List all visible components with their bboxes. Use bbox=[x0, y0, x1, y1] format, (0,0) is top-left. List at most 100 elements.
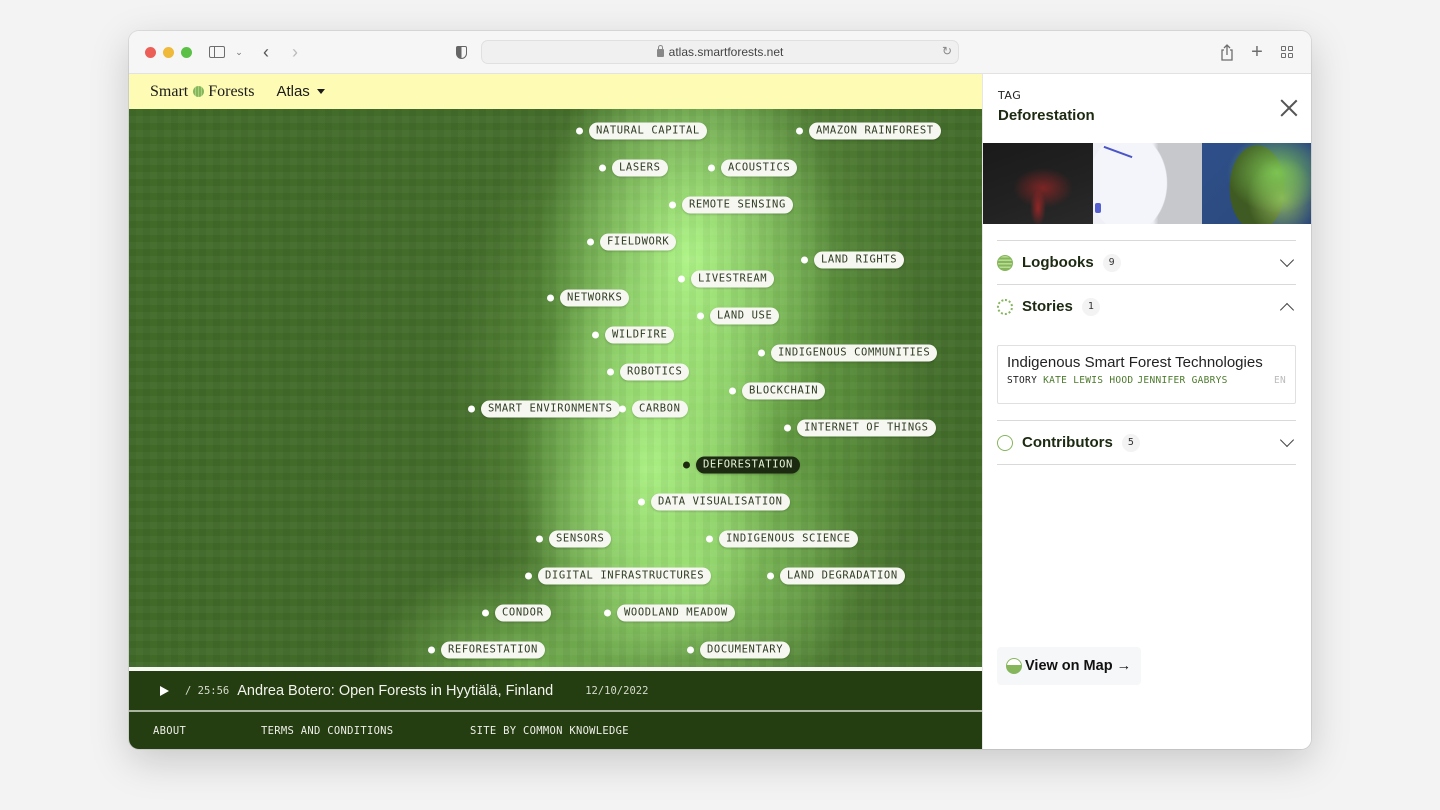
tag-label: CONDOR bbox=[495, 604, 551, 622]
sidebar-icon[interactable] bbox=[208, 42, 226, 62]
map-tag-indigenous-science[interactable]: INDIGENOUS SCIENCE bbox=[706, 530, 858, 548]
tag-label: FIELDWORK bbox=[600, 233, 677, 251]
chevron-down-icon bbox=[1279, 252, 1295, 267]
contributors-label: Contributors bbox=[1022, 434, 1113, 451]
story-card[interactable]: Indigenous Smart Forest Technologies STO… bbox=[997, 345, 1296, 404]
logo-icon bbox=[193, 86, 205, 97]
new-tab-icon[interactable]: + bbox=[1249, 41, 1265, 63]
map-tag-carbon[interactable]: CARBON bbox=[619, 400, 688, 418]
panel-image-strip bbox=[983, 143, 1311, 224]
tag-dot-icon bbox=[706, 535, 713, 543]
site-logo[interactable]: Smart Forests bbox=[150, 83, 254, 101]
panel-title: Deforestation bbox=[998, 107, 1095, 124]
footer-credit-link[interactable]: SITE BY COMMON KNOWLEDGE bbox=[470, 725, 629, 737]
tag-label: INDIGENOUS COMMUNITIES bbox=[771, 344, 938, 362]
map-tag-lasers[interactable]: LASERS bbox=[599, 159, 668, 177]
forward-icon[interactable]: › bbox=[287, 42, 303, 62]
tag-label: INDIGENOUS SCIENCE bbox=[719, 530, 858, 548]
chevron-down-icon bbox=[1279, 432, 1295, 447]
brazil-water-map-image[interactable] bbox=[1092, 143, 1203, 224]
close-icon[interactable] bbox=[1279, 98, 1299, 118]
tag-label: AMAZON RAINFOREST bbox=[809, 122, 941, 140]
map-tag-livestream[interactable]: LIVESTREAM bbox=[678, 270, 775, 288]
map-tag-fieldwork[interactable]: FIELDWORK bbox=[587, 233, 677, 251]
story-type: STORY bbox=[1007, 375, 1038, 386]
tag-detail-panel: TAG Deforestation Logbooks 9 Stories 1 I… bbox=[982, 74, 1311, 749]
map-tag-deforestation[interactable]: DEFORESTATION bbox=[683, 456, 800, 474]
tag-label: SMART ENVIRONMENTS bbox=[481, 400, 620, 418]
story-author[interactable]: KATE LEWIS HOOD bbox=[1043, 375, 1133, 386]
tag-label: LAND USE bbox=[710, 307, 780, 325]
tag-atlas-map[interactable]: NATURAL CAPITAL AMAZON RAINFOREST LASERS AC… bbox=[129, 109, 982, 667]
tag-label: REMOTE SENSING bbox=[682, 196, 793, 214]
map-tag-blockchain[interactable]: BLOCKCHAIN bbox=[729, 382, 826, 400]
map-tag-natural-capital[interactable]: NATURAL CAPITAL bbox=[576, 122, 707, 140]
address-bar[interactable]: atlas.smartforests.net ↻ bbox=[481, 40, 959, 64]
tag-label: CARBON bbox=[632, 400, 688, 418]
map-tag-digital-infrastructures[interactable]: DIGITAL INFRASTRUCTURES bbox=[525, 567, 712, 585]
south-america-satellite-image[interactable] bbox=[1202, 143, 1311, 224]
map-tag-land-rights[interactable]: LAND RIGHTS bbox=[801, 251, 905, 269]
view-on-map-button[interactable]: View on Map → bbox=[997, 647, 1142, 685]
contributors-count: 5 bbox=[1121, 433, 1140, 452]
atlas-menu-dropdown[interactable]: Atlas bbox=[276, 83, 325, 100]
map-tag-remote-sensing[interactable]: REMOTE SENSING bbox=[669, 196, 793, 214]
tag-label: BLOCKCHAIN bbox=[742, 382, 826, 400]
contributors-toggle[interactable]: Contributors 5 bbox=[997, 421, 1296, 464]
map-tag-documentary[interactable]: DOCUMENTARY bbox=[687, 641, 791, 659]
story-icon bbox=[997, 298, 1013, 315]
story-author[interactable]: JENNIFER GABRYS bbox=[1137, 375, 1227, 386]
tag-dot-icon bbox=[683, 461, 690, 469]
chevron-down-icon[interactable]: ⌄ bbox=[233, 42, 245, 62]
privacy-shield-icon[interactable] bbox=[453, 42, 469, 62]
share-icon[interactable] bbox=[1219, 42, 1235, 62]
map-tag-woodland-meadow[interactable]: WOODLAND MEADOW bbox=[604, 604, 735, 622]
map-tag-sensors[interactable]: SENSORS bbox=[536, 530, 612, 548]
play-icon[interactable] bbox=[160, 685, 169, 696]
zoom-window-button[interactable] bbox=[181, 47, 192, 58]
map-tag-networks[interactable]: NETWORKS bbox=[547, 289, 630, 307]
tag-dot-icon bbox=[619, 405, 626, 413]
map-tag-condor[interactable]: CONDOR bbox=[482, 604, 551, 622]
minimize-window-button[interactable] bbox=[163, 47, 174, 58]
map-tag-amazon-rainforest[interactable]: AMAZON RAINFOREST bbox=[796, 122, 941, 140]
tab-overview-icon[interactable] bbox=[1279, 42, 1295, 62]
stories-toggle[interactable]: Stories 1 bbox=[997, 285, 1296, 328]
map-tag-robotics[interactable]: ROBOTICS bbox=[607, 363, 690, 381]
map-tag-internet-of-things[interactable]: INTERNET OF THINGS bbox=[784, 419, 936, 437]
reload-icon[interactable]: ↻ bbox=[942, 44, 952, 58]
tag-dot-icon bbox=[678, 275, 685, 283]
tag-label: DEFORESTATION bbox=[696, 456, 800, 474]
map-tag-indigenous-communities[interactable]: INDIGENOUS COMMUNITIES bbox=[758, 344, 938, 362]
dark-deforestation-map-image[interactable] bbox=[983, 143, 1093, 224]
tag-dot-icon bbox=[468, 405, 475, 413]
tag-label: INTERNET OF THINGS bbox=[797, 419, 936, 437]
map-tag-reforestation[interactable]: REFORESTATION bbox=[428, 641, 545, 659]
tag-label: ACOUSTICS bbox=[721, 159, 798, 177]
caret-down-icon bbox=[316, 89, 325, 94]
tag-dot-icon bbox=[592, 331, 599, 339]
close-window-button[interactable] bbox=[145, 47, 156, 58]
tag-label: LAND RIGHTS bbox=[814, 251, 905, 269]
tag-label: LASERS bbox=[612, 159, 668, 177]
map-globe-icon bbox=[1006, 658, 1022, 674]
track-title[interactable]: Andrea Botero: Open Forests in Hyytiälä,… bbox=[237, 683, 553, 699]
map-tag-data-visualisation[interactable]: DATA VISUALISATION bbox=[638, 493, 790, 511]
footer-terms-link[interactable]: TERMS AND CONDITIONS bbox=[261, 725, 393, 737]
browser-window: ⌄ ‹ › atlas.smartforests.net ↻ + Smart F… bbox=[129, 31, 1311, 749]
logbooks-toggle[interactable]: Logbooks 9 bbox=[997, 241, 1296, 284]
map-tag-wildfire[interactable]: WILDFIRE bbox=[592, 326, 675, 344]
tag-dot-icon bbox=[784, 424, 791, 432]
map-tag-land-degradation[interactable]: LAND DEGRADATION bbox=[767, 567, 905, 585]
map-tag-acoustics[interactable]: ACOUSTICS bbox=[708, 159, 798, 177]
tag-dot-icon bbox=[767, 572, 774, 580]
tag-label: WILDFIRE bbox=[605, 326, 675, 344]
map-tag-land-use[interactable]: LAND USE bbox=[697, 307, 780, 325]
tag-dot-icon bbox=[687, 646, 694, 654]
browser-toolbar: ⌄ ‹ › atlas.smartforests.net ↻ + bbox=[129, 31, 1311, 74]
tag-dot-icon bbox=[796, 127, 803, 135]
map-tag-smart-environments[interactable]: SMART ENVIRONMENTS bbox=[468, 400, 620, 418]
footer-about-link[interactable]: ABOUT bbox=[153, 725, 186, 737]
stories-label: Stories bbox=[1022, 298, 1073, 315]
back-icon[interactable]: ‹ bbox=[258, 42, 274, 62]
